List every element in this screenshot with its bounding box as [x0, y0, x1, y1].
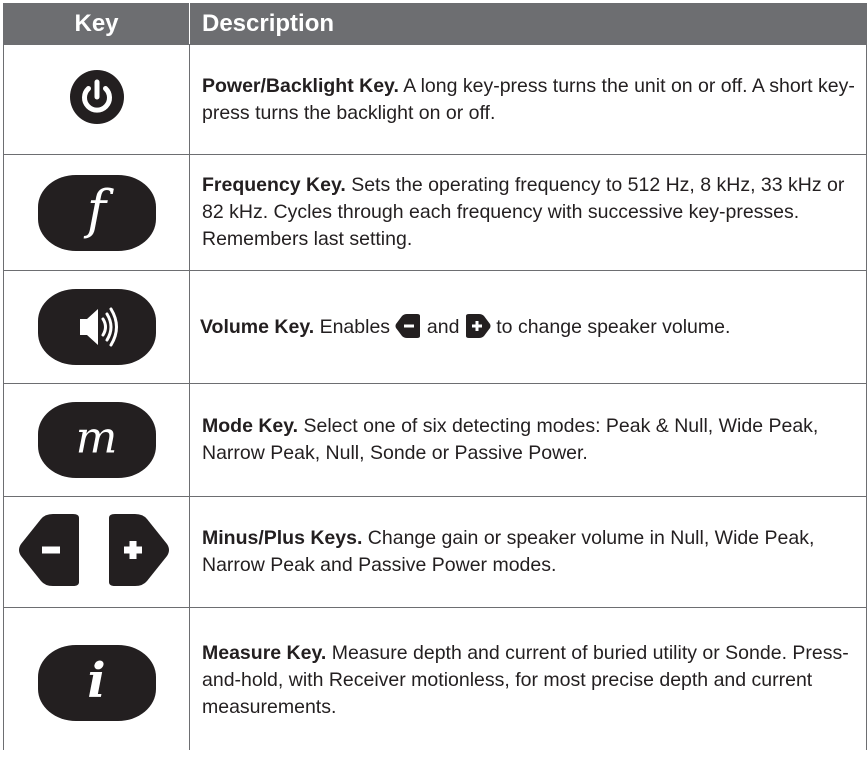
key-title: Measure Key. — [202, 642, 327, 665]
description-cell: Mode Key. Select one of six detecting mo… — [189, 383, 867, 497]
key-cell: f — [3, 154, 190, 271]
mode-key-icon: m — [37, 402, 156, 478]
key-title: Volume Key. — [200, 315, 315, 338]
key-letter: f — [86, 180, 107, 241]
minus-key-icon — [395, 313, 421, 338]
table-row: f Frequency Key. Sets the operating freq… — [3, 154, 867, 271]
description-cell: Power/Backlight Key. A long key-press tu… — [189, 44, 867, 155]
key-letter: i — [87, 652, 106, 709]
header-row: Key Description — [3, 3, 867, 45]
table-row: Minus/Plus Keys. Change gain or speaker … — [3, 496, 867, 608]
key-title: Frequency Key. — [202, 174, 346, 196]
description-cell: Minus/Plus Keys. Change gain or speaker … — [189, 496, 867, 608]
key-title: Mode Key. — [202, 415, 299, 437]
measure-key-icon: i — [37, 644, 156, 721]
minus-plus-keys-icon — [18, 513, 169, 586]
description-cell: Frequency Key. Sets the operating freque… — [189, 154, 867, 271]
table-row: m Mode Key. Select one of six detecting … — [3, 383, 867, 497]
table-row: Volume Key. Enables and to change speake… — [3, 270, 867, 384]
table-row: Power/Backlight Key. A long key-press tu… — [3, 44, 867, 155]
description-cell: Measure Key. Measure depth and current o… — [189, 607, 867, 750]
key-description: to change speaker volume. — [490, 315, 731, 338]
key-letter: m — [75, 412, 118, 464]
frequency-key-icon: f — [37, 174, 156, 251]
key-cell: i — [3, 607, 190, 750]
volume-key-icon — [37, 289, 156, 365]
plus-key-icon — [465, 313, 491, 338]
power-icon — [69, 70, 124, 124]
key-cell — [3, 44, 190, 155]
key-cell — [3, 270, 190, 384]
description-cell: Volume Key. Enables and to change speake… — [189, 270, 867, 384]
table-row: i Measure Key. Measure depth and current… — [3, 607, 867, 750]
description-column-header: Description — [189, 3, 867, 45]
key-title: Minus/Plus Keys. — [202, 527, 363, 549]
key-description-table: Key Description Power/Backlight Key. A l… — [3, 3, 867, 750]
key-description: and — [421, 315, 465, 338]
key-description: Enables — [314, 315, 396, 338]
key-cell: m — [3, 383, 190, 497]
key-cell — [3, 496, 190, 608]
key-column-header: Key — [3, 3, 190, 45]
key-title: Power/Backlight Key. — [202, 74, 399, 97]
